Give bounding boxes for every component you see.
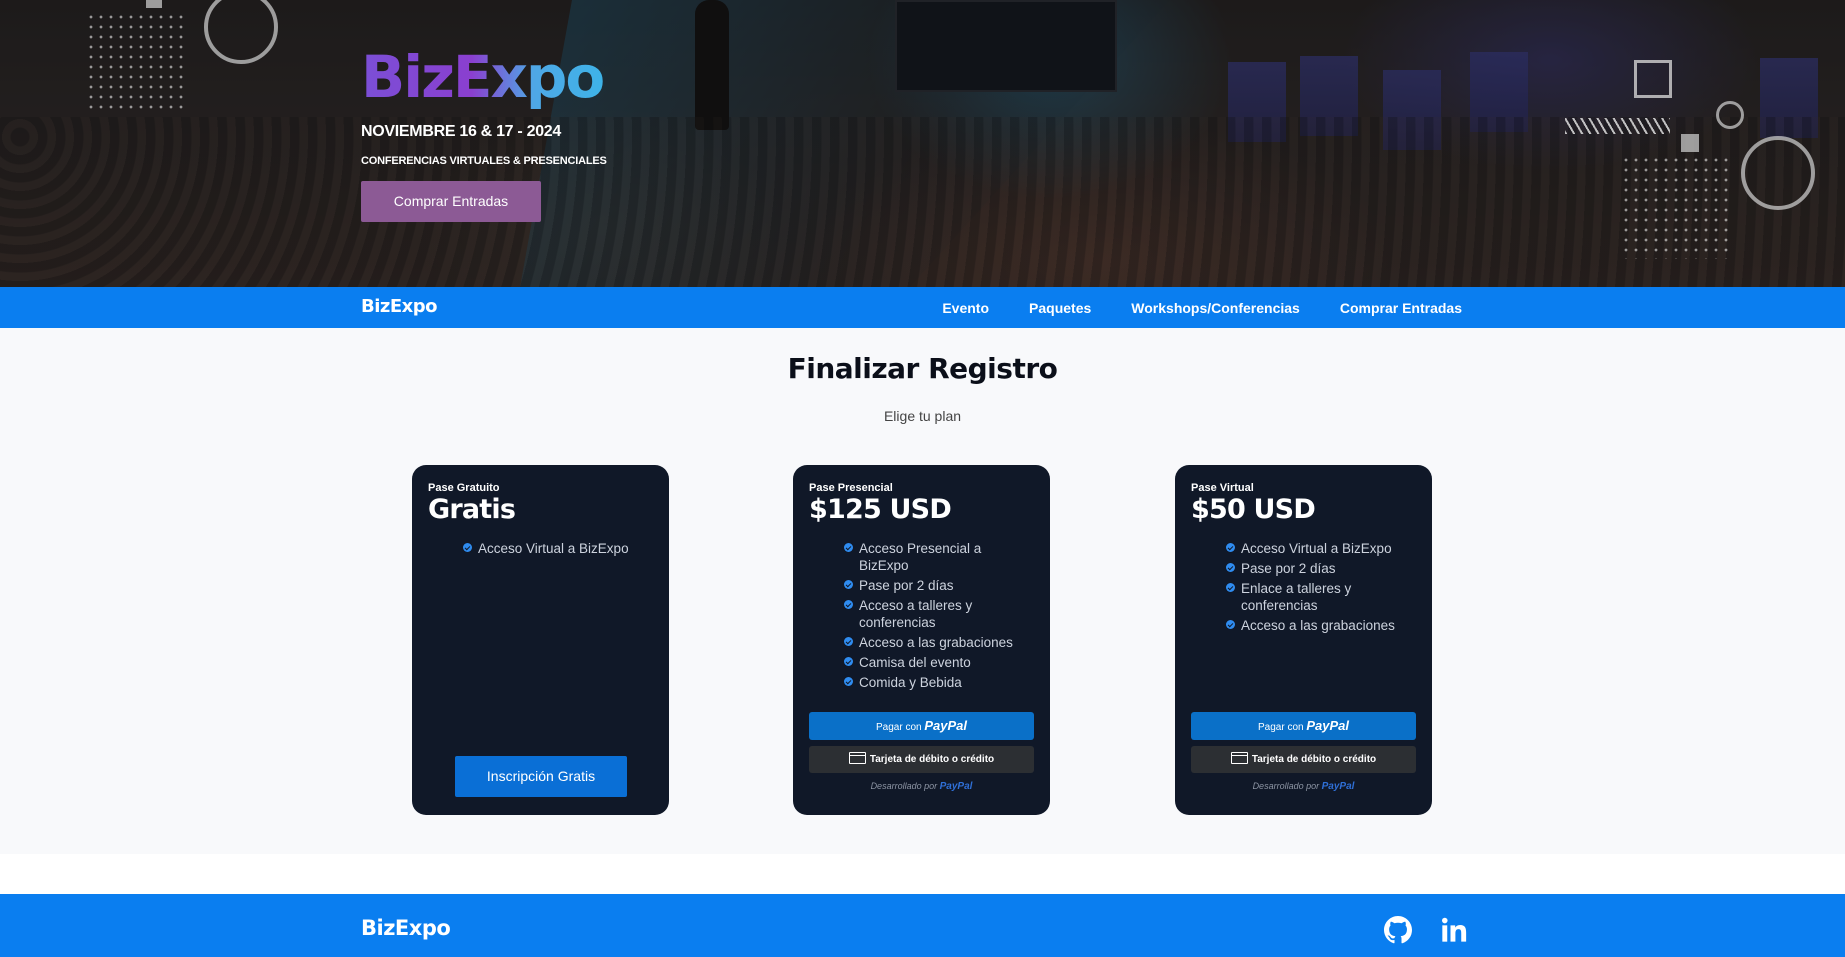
feature-item: Pase por 2 días — [844, 577, 1034, 594]
buy-tickets-button[interactable]: Comprar Entradas — [361, 181, 541, 222]
social-links — [1384, 916, 1468, 949]
credit-card-icon — [1230, 752, 1248, 764]
feature-label: Pase por 2 días — [859, 578, 954, 593]
page-title: Finalizar Registro — [787, 352, 1058, 385]
check-icon — [844, 580, 853, 589]
linkedin-icon[interactable] — [1440, 916, 1468, 949]
feature-label: Acceso Virtual a BizExpo — [1241, 541, 1392, 556]
card-payment-label: Tarjeta de débito o crédito — [1251, 754, 1377, 765]
footer: BizExpo — [0, 894, 1845, 957]
powered-by-paypal: Desarrollado por PayPal — [793, 781, 1050, 792]
nav-links: Evento Paquetes Workshops/Conferencias C… — [942, 287, 1462, 328]
nav-link-workshops[interactable]: Workshops/Conferencias — [1131, 300, 1300, 316]
paypal-logo: PayPal — [1306, 718, 1350, 733]
check-icon — [1226, 583, 1235, 592]
bizexpo-logo: BizExpo — [361, 45, 607, 109]
plan-card-virtual: Pase Virtual $50 USD Acceso Virtual a Bi… — [1175, 465, 1432, 815]
ring-decoration — [1716, 101, 1744, 129]
hero-banner: BizExpo NOVIEMBRE 16 & 17 - 2024 CONFERE… — [0, 0, 1845, 287]
event-date: NOVIEMBRE 16 & 17 - 2024 — [361, 123, 561, 140]
nav-link-paquetes[interactable]: Paquetes — [1029, 300, 1091, 316]
feature-label: Acceso a talleres y conferencias — [859, 598, 973, 630]
square-outline-decoration — [1634, 60, 1672, 98]
feature-label: Acceso a las grabaciones — [1241, 618, 1395, 633]
free-signup-button[interactable]: Inscripción Gratis — [455, 756, 627, 797]
feature-item: Acceso a las grabaciones — [1226, 617, 1416, 634]
credit-card-icon — [848, 752, 866, 764]
check-icon — [844, 543, 853, 552]
feature-item: Enlace a talleres y conferencias — [1226, 580, 1416, 614]
stripes-decoration — [1565, 118, 1670, 134]
powered-by-paypal: Desarrollado por PayPal — [1175, 781, 1432, 792]
paypal-button-label: Pagar con — [1257, 722, 1304, 733]
plan-card-free: Pase Gratuito Gratis Acceso Virtual a Bi… — [412, 465, 669, 815]
footer-brand: BizExpo — [361, 916, 451, 940]
check-icon — [844, 637, 853, 646]
plan-kind: Pase Gratuito — [428, 482, 500, 494]
feature-item: Camisa del evento — [844, 654, 1034, 671]
feature-item: Acceso a las grabaciones — [844, 634, 1034, 651]
plan-price: $125 USD — [809, 494, 952, 525]
feature-item: Comida y Bebida — [844, 674, 1034, 691]
plan-features: Acceso Presencial a BizExpo Pase por 2 d… — [844, 540, 1034, 694]
event-subtitle: CONFERENCIAS VIRTUALES & PRESENCIALES — [361, 155, 607, 167]
feature-label: Acceso a las grabaciones — [859, 635, 1013, 650]
plan-features: Acceso Virtual a BizExpo Pase por 2 días… — [1226, 540, 1416, 637]
feature-label: Comida y Bebida — [859, 675, 962, 690]
plan-kind: Pase Presencial — [809, 482, 893, 494]
check-icon — [1226, 563, 1235, 572]
nav-link-evento[interactable]: Evento — [942, 300, 989, 316]
feature-item: Acceso Presencial a BizExpo — [844, 540, 1034, 574]
hero-content: BizExpo NOVIEMBRE 16 & 17 - 2024 CONFERE… — [361, 45, 607, 222]
feature-item: Acceso Virtual a BizExpo — [463, 540, 653, 557]
paypal-logo: PayPal — [1321, 781, 1355, 792]
check-icon — [1226, 620, 1235, 629]
page-subtitle: Elige tu plan — [883, 408, 962, 424]
check-icon — [844, 657, 853, 666]
card-payment-button[interactable]: Tarjeta de débito o crédito — [1191, 746, 1416, 773]
ring-decoration — [1741, 136, 1815, 210]
top-navbar: BizExpo Evento Paquetes Workshops/Confer… — [0, 287, 1845, 328]
feature-label: Acceso Presencial a BizExpo — [859, 541, 982, 573]
plan-card-presencial: Pase Presencial $125 USD Acceso Presenci… — [793, 465, 1050, 815]
paypal-button[interactable]: Pagar con PayPal — [809, 712, 1034, 740]
dots-decoration — [1621, 155, 1731, 259]
feature-label: Camisa del evento — [859, 655, 971, 670]
powered-by-label: Desarrollado por — [1252, 781, 1320, 791]
plan-price: Gratis — [428, 494, 516, 525]
feature-item: Acceso Virtual a BizExpo — [1226, 540, 1416, 557]
square-decoration — [1681, 134, 1699, 152]
check-icon — [844, 677, 853, 686]
nav-brand[interactable]: BizExpo — [361, 296, 438, 317]
powered-by-label: Desarrollado por — [870, 781, 938, 791]
hero-overlay — [0, 0, 1845, 287]
dots-decoration — [86, 12, 186, 112]
feature-label: Acceso Virtual a BizExpo — [478, 541, 629, 556]
card-payment-button[interactable]: Tarjeta de débito o crédito — [809, 746, 1034, 773]
feature-item: Acceso a talleres y conferencias — [844, 597, 1034, 631]
plan-price: $50 USD — [1191, 494, 1316, 525]
paypal-logo: PayPal — [924, 718, 968, 733]
plan-features: Acceso Virtual a BizExpo — [463, 540, 653, 560]
feature-label: Enlace a talleres y conferencias — [1241, 581, 1352, 613]
plan-kind: Pase Virtual — [1191, 482, 1254, 494]
paypal-button-label: Pagar con — [875, 722, 922, 733]
nav-link-comprar-entradas[interactable]: Comprar Entradas — [1340, 300, 1462, 316]
card-payment-label: Tarjeta de débito o crédito — [869, 754, 995, 765]
github-icon[interactable] — [1384, 916, 1412, 949]
registration-section: Finalizar Registro Elige tu plan Pase Gr… — [0, 328, 1845, 854]
paypal-logo: PayPal — [939, 781, 973, 792]
check-icon — [844, 600, 853, 609]
feature-item: Pase por 2 días — [1226, 560, 1416, 577]
check-icon — [1226, 543, 1235, 552]
square-decoration — [146, 0, 162, 8]
feature-label: Pase por 2 días — [1241, 561, 1336, 576]
paypal-button[interactable]: Pagar con PayPal — [1191, 712, 1416, 740]
check-icon — [463, 543, 472, 552]
